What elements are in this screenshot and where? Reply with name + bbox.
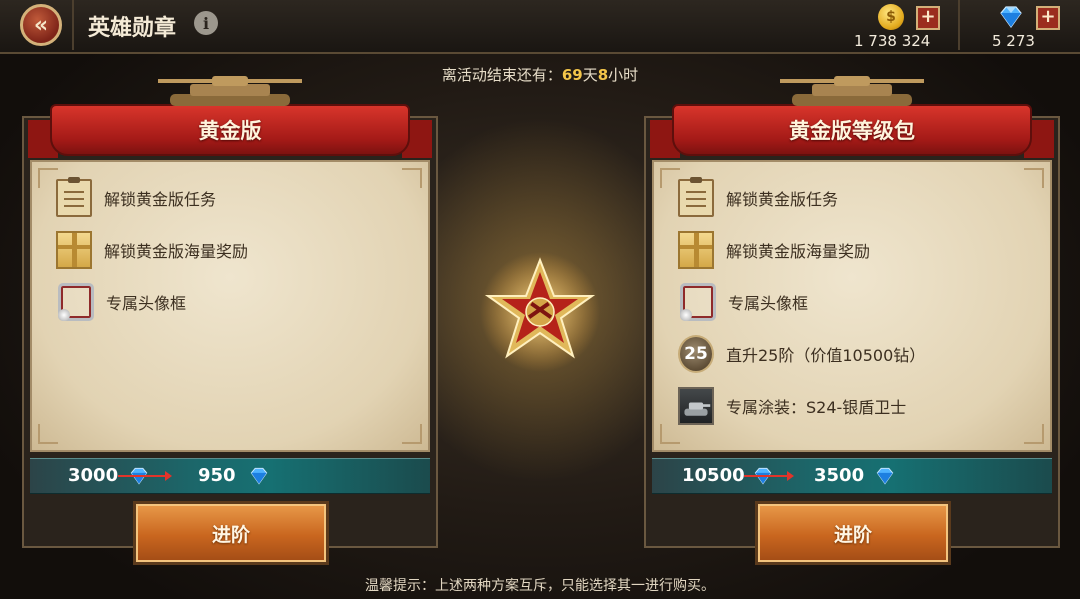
discount-price: 3500 bbox=[814, 465, 865, 486]
feature-text: 解锁黄金版海量奖励 bbox=[726, 242, 871, 261]
back-button[interactable]: « bbox=[20, 4, 62, 46]
countdown-hours: 8 bbox=[597, 66, 609, 84]
gift-box-icon bbox=[678, 231, 714, 269]
list-item: 专属涂装：S24-银盾卫士 bbox=[678, 384, 906, 428]
arrow-right-icon bbox=[744, 471, 794, 481]
gold-level-pack-panel: 黄金版等级包 解锁黄金版任务 解锁黄金版海量奖励 专属头像框 25 直升25阶（… bbox=[644, 76, 1060, 562]
countdown-days: 69 bbox=[561, 66, 583, 84]
list-item: 解锁黄金版海量奖励 bbox=[678, 228, 870, 272]
diamond-icon bbox=[876, 467, 894, 485]
feature-list: 解锁黄金版任务 解锁黄金版海量奖励 专属头像框 bbox=[30, 160, 430, 452]
gold-amount: 1 738 324 bbox=[854, 32, 931, 50]
add-gold-button[interactable]: + bbox=[916, 6, 940, 30]
countdown-days-unit: 天 bbox=[582, 66, 598, 84]
corner-ornament bbox=[402, 168, 422, 188]
list-item: 解锁黄金版任务 bbox=[678, 176, 838, 220]
diamond-amount: 5 273 bbox=[992, 32, 1035, 50]
feature-text: 专属头像框 bbox=[728, 294, 809, 313]
avatar-frame-icon bbox=[680, 283, 716, 321]
avatar-frame-icon bbox=[58, 283, 94, 321]
corner-ornament bbox=[1024, 424, 1044, 444]
feature-text: 专属涂装：S24-银盾卫士 bbox=[726, 398, 907, 417]
tank-skin-icon bbox=[678, 387, 714, 425]
feature-text: 解锁黄金版任务 bbox=[726, 190, 839, 209]
task-clipboard-icon bbox=[678, 177, 714, 217]
feature-text: 直升25阶（价值10500钻） bbox=[726, 346, 926, 365]
gold-coin-icon: $ bbox=[878, 4, 904, 30]
feature-text: 专属头像框 bbox=[106, 294, 187, 313]
task-clipboard-icon bbox=[56, 177, 92, 217]
tank-decoration-icon bbox=[158, 76, 302, 106]
list-item: 专属头像框 bbox=[56, 280, 186, 324]
corner-ornament bbox=[38, 424, 58, 444]
gold-edition-panel: 黄金版 解锁黄金版任务 解锁黄金版海量奖励 专属头像框 3000 950 进阶 bbox=[22, 76, 438, 562]
corner-ornament bbox=[660, 424, 680, 444]
corner-ornament bbox=[38, 168, 58, 188]
list-item: 解锁黄金版海量奖励 bbox=[56, 228, 248, 272]
list-item: 25 直升25阶（价值10500钻） bbox=[678, 332, 925, 376]
upgrade-button[interactable]: 进阶 bbox=[758, 504, 948, 562]
original-price: 10500 bbox=[682, 465, 745, 486]
feature-list: 解锁黄金版任务 解锁黄金版海量奖励 专属头像框 25 直升25阶（价值10500… bbox=[652, 160, 1052, 452]
double-chevron-left-icon: « bbox=[33, 12, 49, 38]
panel-title: 黄金版 bbox=[50, 104, 410, 156]
upgrade-button[interactable]: 进阶 bbox=[136, 504, 326, 562]
page-title: 英雄勋章 bbox=[88, 16, 177, 41]
list-item: 解锁黄金版任务 bbox=[56, 176, 216, 220]
arrow-right-icon bbox=[118, 471, 172, 481]
divider bbox=[958, 0, 960, 50]
countdown-prefix: 离活动结束还有： bbox=[441, 66, 562, 84]
feature-text: 解锁黄金版任务 bbox=[104, 190, 217, 209]
divider bbox=[72, 0, 74, 50]
corner-ornament bbox=[660, 168, 680, 188]
price-bar: 3000 950 bbox=[30, 458, 430, 494]
tank-decoration-icon bbox=[780, 76, 924, 106]
original-price: 3000 bbox=[68, 465, 119, 486]
corner-ornament bbox=[402, 424, 422, 444]
diamond-icon bbox=[1000, 6, 1022, 29]
feature-text: 解锁黄金版海量奖励 bbox=[104, 242, 249, 261]
gift-box-icon bbox=[56, 231, 92, 269]
diamond-currency: + 5 273 bbox=[972, 4, 1072, 52]
panel-title: 黄金版等级包 bbox=[672, 104, 1032, 156]
add-diamond-button[interactable]: + bbox=[1036, 6, 1060, 30]
countdown-hours-unit: 小时 bbox=[608, 66, 639, 84]
medal-star-icon bbox=[480, 252, 600, 372]
list-item: 专属头像框 bbox=[678, 280, 808, 324]
corner-ornament bbox=[1024, 168, 1044, 188]
top-bar: « 英雄勋章 i $ + 1 738 324 + 5 273 bbox=[0, 0, 1080, 54]
info-icon[interactable]: i bbox=[194, 11, 218, 35]
level-badge-icon: 25 bbox=[678, 335, 714, 373]
discount-price: 950 bbox=[198, 465, 236, 486]
diamond-icon bbox=[250, 467, 268, 485]
gold-currency: $ + 1 738 324 bbox=[850, 4, 950, 52]
price-bar: 10500 3500 bbox=[652, 458, 1052, 494]
purchase-tip: 温馨提示：上述两种方案互斥，只能选择其一进行购买。 bbox=[365, 578, 715, 594]
